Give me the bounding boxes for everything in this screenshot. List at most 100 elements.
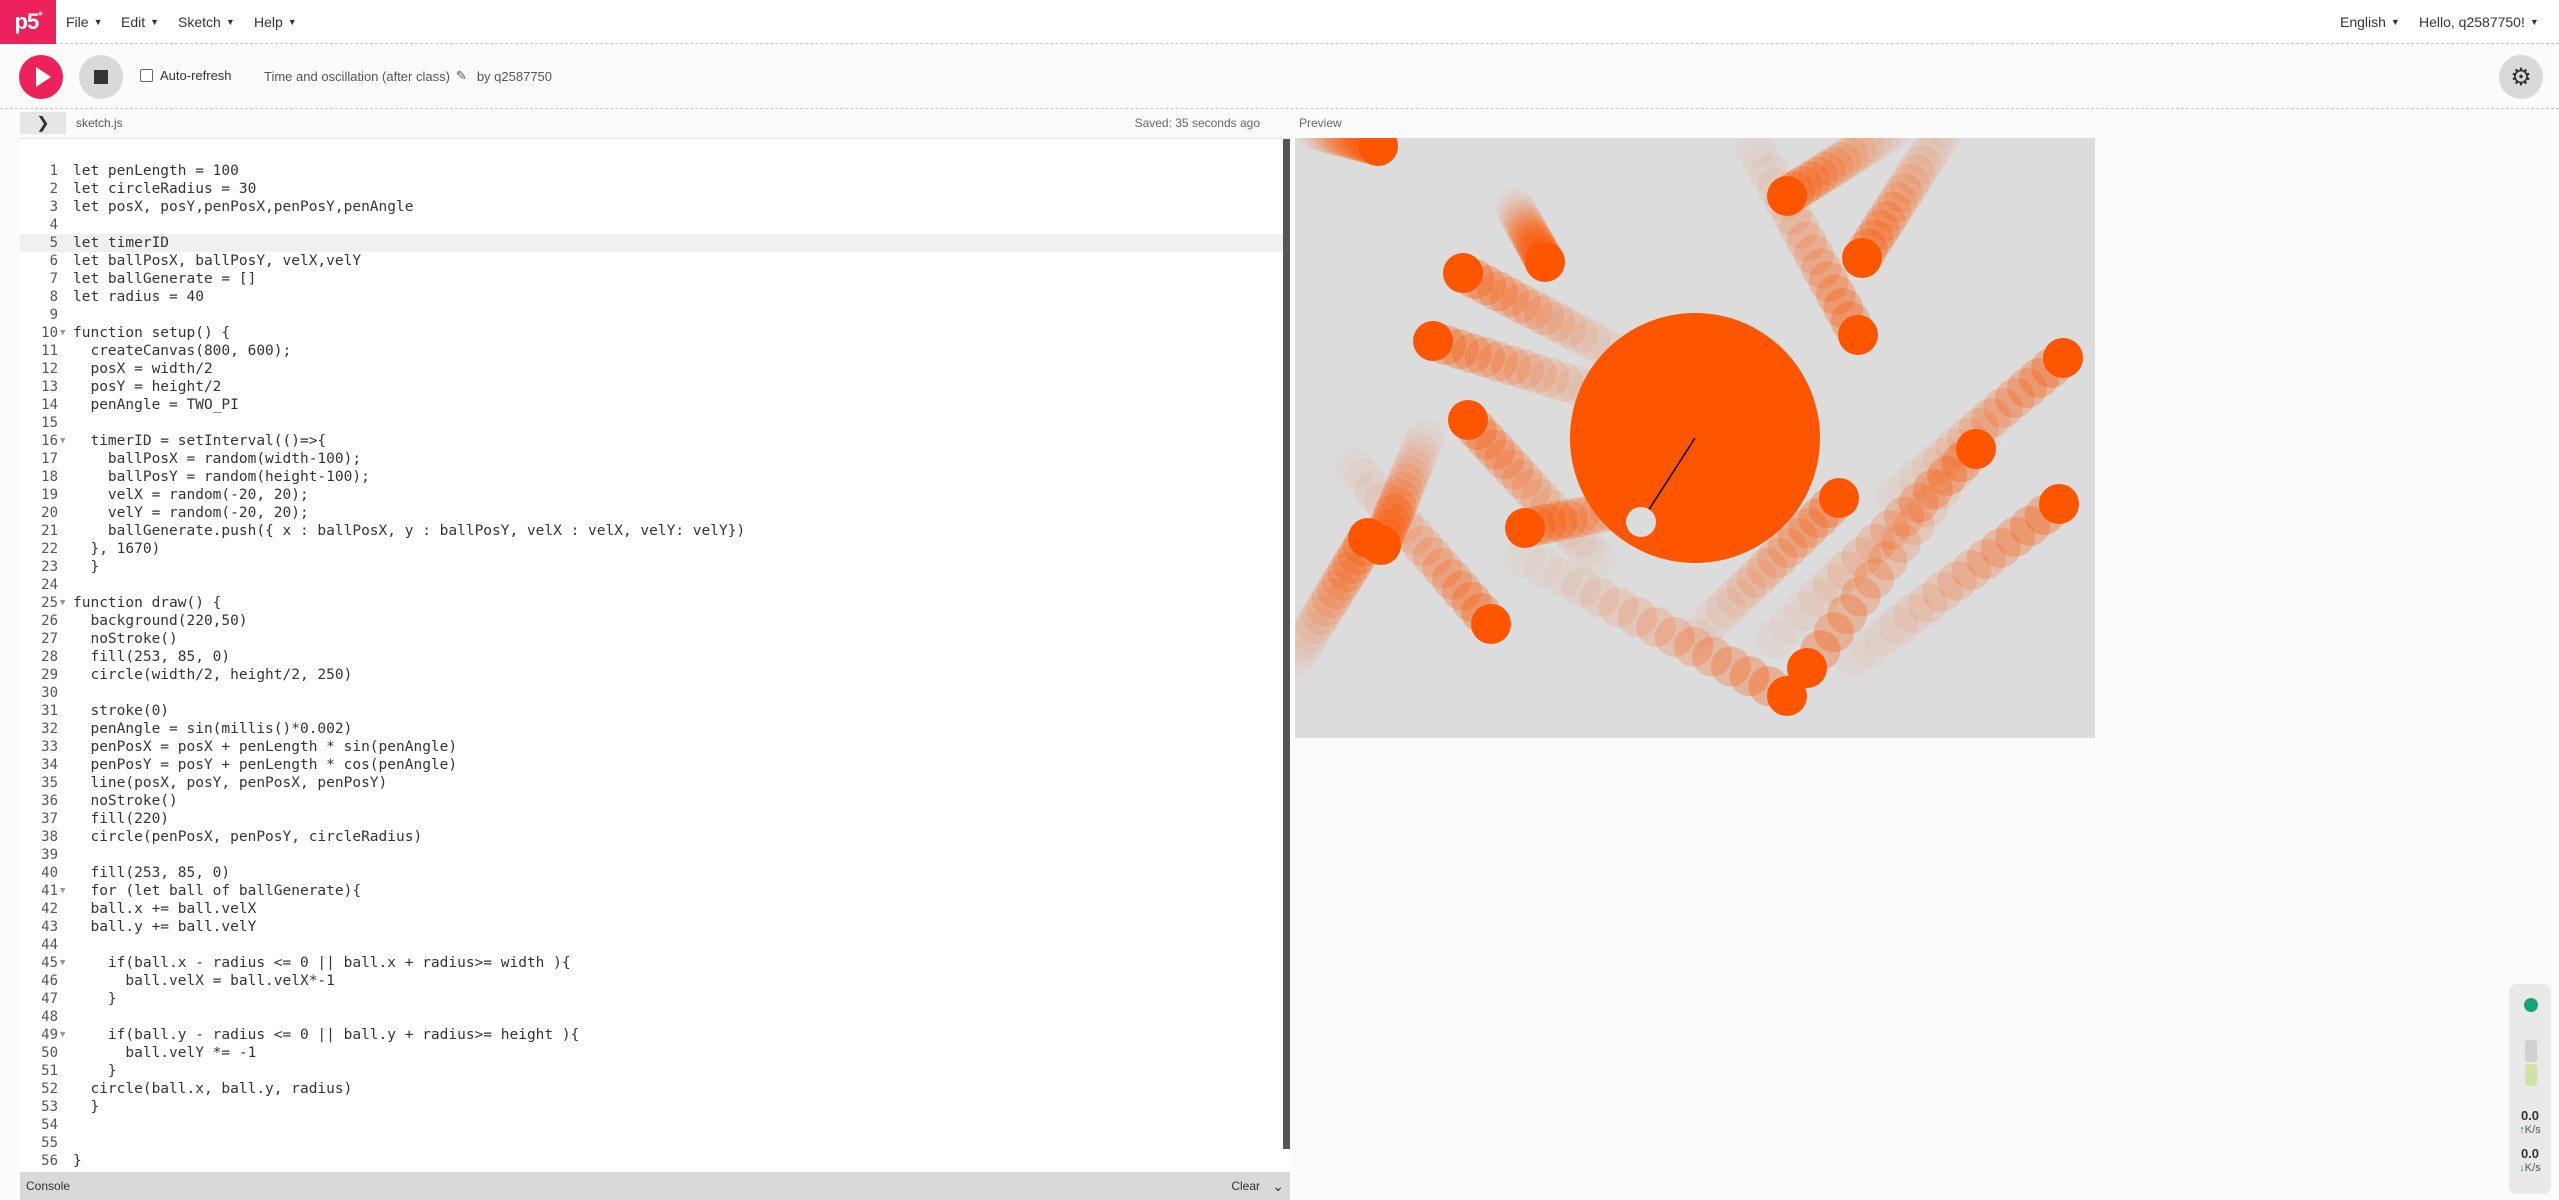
code-line[interactable]: 47 } (20, 990, 1290, 1008)
chevron-down-icon[interactable]: ⌄ (1272, 1178, 1284, 1195)
code-line[interactable]: 26 background(220,50) (20, 612, 1290, 630)
code-line[interactable]: 2 let circleRadius = 30 (20, 180, 1290, 198)
code-line[interactable]: 41 ▼ for (let ball of ballGenerate){ (20, 882, 1290, 900)
code-line[interactable]: 40 fill(253, 85, 0) (20, 864, 1290, 882)
sketch-canvas[interactable] (1295, 138, 2095, 738)
code-text: if(ball.y - radius <= 0 || ball.y + radi… (73, 1027, 580, 1043)
code-line[interactable]: 49 ▼ if(ball.y - radius <= 0 || ball.y + … (20, 1026, 1290, 1044)
language-label: English (2340, 14, 2386, 30)
code-line[interactable]: 52 circle(ball.x, ball.y, radius) (20, 1080, 1290, 1098)
code-line[interactable]: 9 (20, 306, 1290, 324)
sketch-title[interactable]: Time and oscillation (after class) (264, 69, 450, 84)
fold-icon[interactable]: ▼ (60, 882, 65, 900)
fold-icon[interactable]: ▼ (60, 954, 65, 972)
settings-button[interactable]: ⚙ (2499, 55, 2543, 99)
line-number: 44 (41, 937, 58, 953)
fold-icon[interactable]: ▼ (60, 432, 65, 450)
code-line[interactable]: 48 (20, 1008, 1290, 1026)
language-select[interactable]: English ▼ (2340, 0, 2400, 44)
code-line[interactable]: 19 velX = random(-20, 20); (20, 486, 1290, 504)
code-line[interactable]: 45 ▼ if(ball.x - radius <= 0 || ball.x + … (20, 954, 1290, 972)
code-line[interactable]: 16 ▼ timerID = setInterval(()=>{ (20, 432, 1290, 450)
code-line[interactable]: 3 let posX, posY,penPosX,penPosY,penAngle (20, 198, 1290, 216)
code-text: velY = random(-20, 20); (73, 505, 309, 521)
code-line[interactable]: 25 ▼ function draw() { (20, 594, 1290, 612)
code-line[interactable]: 6 let ballPosX, ballPosY, velX,velY (20, 252, 1290, 270)
code-line[interactable]: 36 noStroke() (20, 792, 1290, 810)
code-line[interactable]: 53 } (20, 1098, 1290, 1116)
fold-icon[interactable]: ▼ (60, 324, 65, 342)
play-button[interactable] (19, 55, 63, 99)
code-line[interactable]: 18 ballPosY = random(height-100); (20, 468, 1290, 486)
code-line[interactable]: 27 noStroke() (20, 630, 1290, 648)
auto-refresh-checkbox[interactable] (140, 69, 153, 82)
menu-sketch[interactable]: Sketch ▼ (178, 0, 235, 44)
user-menu[interactable]: Hello, q2587750! ▼ (2419, 0, 2539, 44)
code-line[interactable]: 24 (20, 576, 1290, 594)
code-line[interactable]: 13 posY = height/2 (20, 378, 1290, 396)
code-line[interactable]: 54 (20, 1116, 1290, 1134)
code-line[interactable]: 39 (20, 846, 1290, 864)
line-number: 2 (49, 181, 58, 197)
code-line[interactable]: 46 ball.velX = ball.velX*-1 (20, 972, 1290, 990)
code-line[interactable]: 17 ballPosX = random(width-100); (20, 450, 1290, 468)
code-line[interactable]: 34 penPosY = posY + penLength * cos(penA… (20, 756, 1290, 774)
menu-edit[interactable]: Edit ▼ (121, 0, 159, 44)
fold-icon[interactable]: ▼ (60, 1026, 65, 1044)
code-lines[interactable]: 1 let penLength = 100 2 let circleRadius = … (20, 162, 1290, 1170)
line-number: 18 (41, 469, 58, 485)
pencil-icon[interactable]: ✎ (456, 68, 467, 84)
code-line[interactable]: 23 } (20, 558, 1290, 576)
code-line[interactable]: 56} (20, 1152, 1290, 1170)
code-line[interactable]: 7 let ballGenerate = [] (20, 270, 1290, 288)
code-line[interactable]: 20 velY = random(-20, 20); (20, 504, 1290, 522)
code-line[interactable]: 28 fill(253, 85, 0) (20, 648, 1290, 666)
code-editor[interactable]: 1 let penLength = 100 2 let circleRadius = … (20, 138, 1290, 1171)
ball (1838, 315, 1878, 355)
code-line[interactable]: 35 line(posX, posY, penPosX, penPosY) (20, 774, 1290, 792)
auto-refresh-toggle[interactable]: Auto-refresh (140, 68, 232, 83)
code-line[interactable]: 5 let timerID (20, 234, 1290, 252)
code-line[interactable]: 44 (20, 936, 1290, 954)
code-line[interactable]: 11 createCanvas(800, 600); (20, 342, 1290, 360)
preview-label: Preview (1299, 116, 1342, 130)
network-speed-widget: 0.0 ↑K/s 0.0 ↓K/s (2509, 984, 2551, 1194)
code-line[interactable]: 1 let penLength = 100 (20, 162, 1290, 180)
logo-sup: * (38, 10, 42, 22)
code-line[interactable]: 30 (20, 684, 1290, 702)
menu-file[interactable]: File ▼ (66, 0, 102, 44)
line-number: 41 (41, 883, 58, 899)
code-text: for (let ball of ballGenerate){ (73, 883, 362, 899)
code-line[interactable]: 29 circle(width/2, height/2, 250) (20, 666, 1290, 684)
code-line[interactable]: 4 (20, 216, 1290, 234)
code-line[interactable]: 37 fill(220) (20, 810, 1290, 828)
fold-icon[interactable]: ▼ (60, 594, 65, 612)
stop-button[interactable] (79, 55, 123, 99)
code-text: let ballGenerate = [] (73, 271, 257, 287)
code-line[interactable]: 55 (20, 1134, 1290, 1152)
code-line[interactable]: 38 circle(penPosX, penPosY, circleRadius… (20, 828, 1290, 846)
code-line[interactable]: 10 ▼ function setup() { (20, 324, 1290, 342)
code-line[interactable]: 33 penPosX = posX + penLength * sin(penA… (20, 738, 1290, 756)
sidebar-toggle-button[interactable]: ❯ (20, 112, 66, 134)
code-line[interactable]: 51 } (20, 1062, 1290, 1080)
code-line[interactable]: 50 ball.velY *= -1 (20, 1044, 1290, 1062)
download-unit-label: K/s (2524, 1162, 2541, 1174)
code-line[interactable]: 22 }, 1670) (20, 540, 1290, 558)
console-clear-button[interactable]: Clear (1231, 1179, 1260, 1193)
code-line[interactable]: 31 stroke(0) (20, 702, 1290, 720)
menu-edit-label: Edit (121, 14, 146, 30)
preview-canvas[interactable] (1295, 138, 2095, 738)
code-line[interactable]: 12 posX = width/2 (20, 360, 1290, 378)
code-line[interactable]: 8 let radius = 40 (20, 288, 1290, 306)
code-line[interactable]: 15 (20, 414, 1290, 432)
code-line[interactable]: 32 penAngle = sin(millis()*0.002) (20, 720, 1290, 738)
menu-help[interactable]: Help ▼ (254, 0, 297, 44)
code-line[interactable]: 42 ball.x += ball.velX (20, 900, 1290, 918)
code-line[interactable]: 21 ballGenerate.push({ x : ballPosX, y :… (20, 522, 1290, 540)
console-bar[interactable]: Console Clear ⌄ (20, 1172, 1290, 1200)
p5-logo[interactable]: p5 * (0, 0, 56, 44)
editor-scrollbar[interactable] (1283, 139, 1290, 1149)
code-line[interactable]: 14 penAngle = TWO_PI (20, 396, 1290, 414)
code-line[interactable]: 43 ball.y += ball.velY (20, 918, 1290, 936)
